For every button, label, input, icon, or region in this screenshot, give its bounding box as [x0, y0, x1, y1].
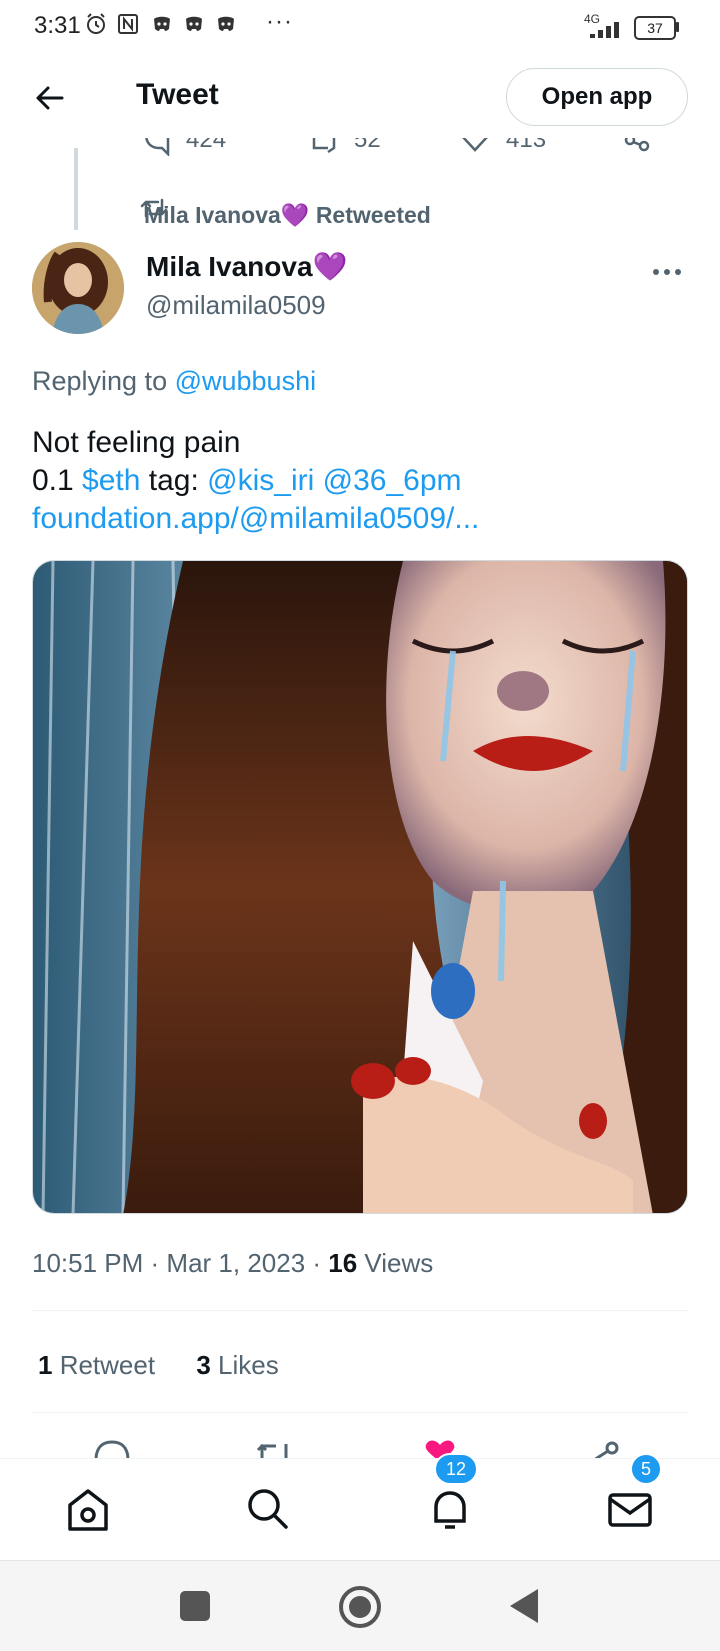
- avatar-image: [32, 242, 124, 334]
- retweeted-label: Retweeted: [315, 202, 431, 228]
- status-time: 3:31: [34, 12, 81, 39]
- recents-button[interactable]: [178, 1589, 212, 1623]
- bell-icon: [434, 1491, 466, 1529]
- search-icon: [248, 1489, 288, 1529]
- open-app-button[interactable]: Open app: [506, 68, 688, 126]
- share-icon[interactable]: [584, 1440, 624, 1458]
- retweet-icon[interactable]: [308, 138, 340, 156]
- artwork-image: [33, 561, 687, 1213]
- likes-label: Likes: [210, 1350, 279, 1380]
- avatar[interactable]: [32, 242, 124, 334]
- separator: ·: [305, 1248, 329, 1278]
- retweeter-name: Mila Ivanova💜: [144, 202, 310, 228]
- external-link[interactable]: foundation.app/@milamila0509/...: [32, 500, 479, 538]
- mention-link[interactable]: @36_6pm: [323, 464, 462, 497]
- more-options-button[interactable]: [652, 252, 682, 284]
- battery-indicator: 37: [634, 16, 676, 40]
- price-text: 0.1: [32, 464, 83, 497]
- more-notifications-indicator: ···: [266, 8, 293, 35]
- tag-label: tag:: [140, 464, 208, 497]
- nav-search[interactable]: [242, 1483, 294, 1535]
- tweet-media-image[interactable]: [32, 560, 688, 1214]
- top-app-bar: Tweet Open app: [0, 52, 720, 144]
- retweets-label: Retweet: [52, 1350, 156, 1380]
- back-button[interactable]: [28, 76, 72, 120]
- engagement-stats: 1 Retweet 3 Likes: [38, 1350, 279, 1381]
- tweet-line-1: Not feeling pain: [32, 426, 241, 459]
- signal-icon: [590, 22, 619, 38]
- page-title: Tweet: [136, 78, 219, 111]
- status-bar: 3:31 ··· 4G 37: [0, 0, 720, 52]
- retweet-icon[interactable]: [254, 1440, 294, 1458]
- envelope-icon: [608, 1493, 652, 1527]
- thread-connector: [74, 148, 78, 230]
- previous-like-count: 413: [506, 138, 547, 153]
- separator: ·: [143, 1248, 167, 1278]
- messages-badge: 5: [630, 1453, 662, 1485]
- nav-home[interactable]: [62, 1483, 114, 1535]
- previous-tweet-actions: 424 52 413: [0, 138, 720, 166]
- reply-icon[interactable]: [92, 1440, 132, 1458]
- views-count: 16: [328, 1248, 358, 1278]
- replying-to-label: Replying to: [32, 366, 175, 396]
- discord-icon: [154, 16, 170, 31]
- home-button[interactable]: [338, 1585, 382, 1629]
- retweets-stat[interactable]: 1 Retweet: [38, 1350, 155, 1380]
- tweet-date[interactable]: Mar 1, 2023: [166, 1248, 305, 1278]
- tweet-time[interactable]: 10:51 PM: [32, 1248, 143, 1278]
- tweet-action-bar: [0, 1440, 720, 1458]
- cashtag-link[interactable]: $eth: [82, 464, 140, 497]
- arrow-left-icon: [36, 86, 64, 110]
- author-name[interactable]: Mila Ivanova💜: [146, 250, 347, 283]
- reply-icon[interactable]: [142, 138, 172, 156]
- back-nav-button[interactable]: [506, 1587, 540, 1625]
- home-icon: [68, 1489, 108, 1531]
- bottom-navigation: 12 5: [0, 1453, 720, 1559]
- previous-retweet-count: 52: [354, 138, 381, 153]
- retweet-context[interactable]: Mila Ivanova💜 Retweeted: [144, 202, 431, 229]
- likes-count: 3: [196, 1350, 211, 1380]
- discord-icon: [218, 16, 234, 31]
- tweet-line-2: 0.1 $eth tag: @kis_iri @36_6pm: [32, 462, 479, 500]
- nfc-icon: [118, 14, 138, 34]
- alarm-icon: [87, 13, 105, 34]
- tweet-timestamp: 10:51 PM · Mar 1, 2023 · 16 Views: [32, 1248, 433, 1279]
- replying-to: Replying to @wubbushi: [32, 366, 316, 397]
- retweets-count: 1: [38, 1350, 53, 1380]
- likes-stat[interactable]: 3 Likes: [196, 1350, 278, 1380]
- nav-messages[interactable]: [604, 1483, 656, 1535]
- reply-mention-link[interactable]: @wubbushi: [175, 366, 317, 396]
- divider: [32, 1310, 688, 1311]
- notifications-badge: 12: [434, 1453, 478, 1485]
- tweet-text: Not feeling pain 0.1 $eth tag: @kis_iri …: [32, 424, 479, 538]
- heart-icon[interactable]: [460, 138, 490, 156]
- divider: [32, 1412, 688, 1413]
- battery-tip: [676, 22, 679, 32]
- share-icon[interactable]: [622, 138, 652, 156]
- mention-link[interactable]: @kis_iri: [207, 464, 314, 497]
- nav-notifications[interactable]: [424, 1483, 476, 1535]
- views-label: Views: [357, 1248, 434, 1278]
- previous-reply-count: 424: [186, 138, 227, 153]
- author-handle[interactable]: @milamila0509: [146, 290, 326, 321]
- system-navigation-bar: [0, 1560, 720, 1651]
- discord-icon: [186, 16, 202, 31]
- more-icon: [653, 269, 681, 275]
